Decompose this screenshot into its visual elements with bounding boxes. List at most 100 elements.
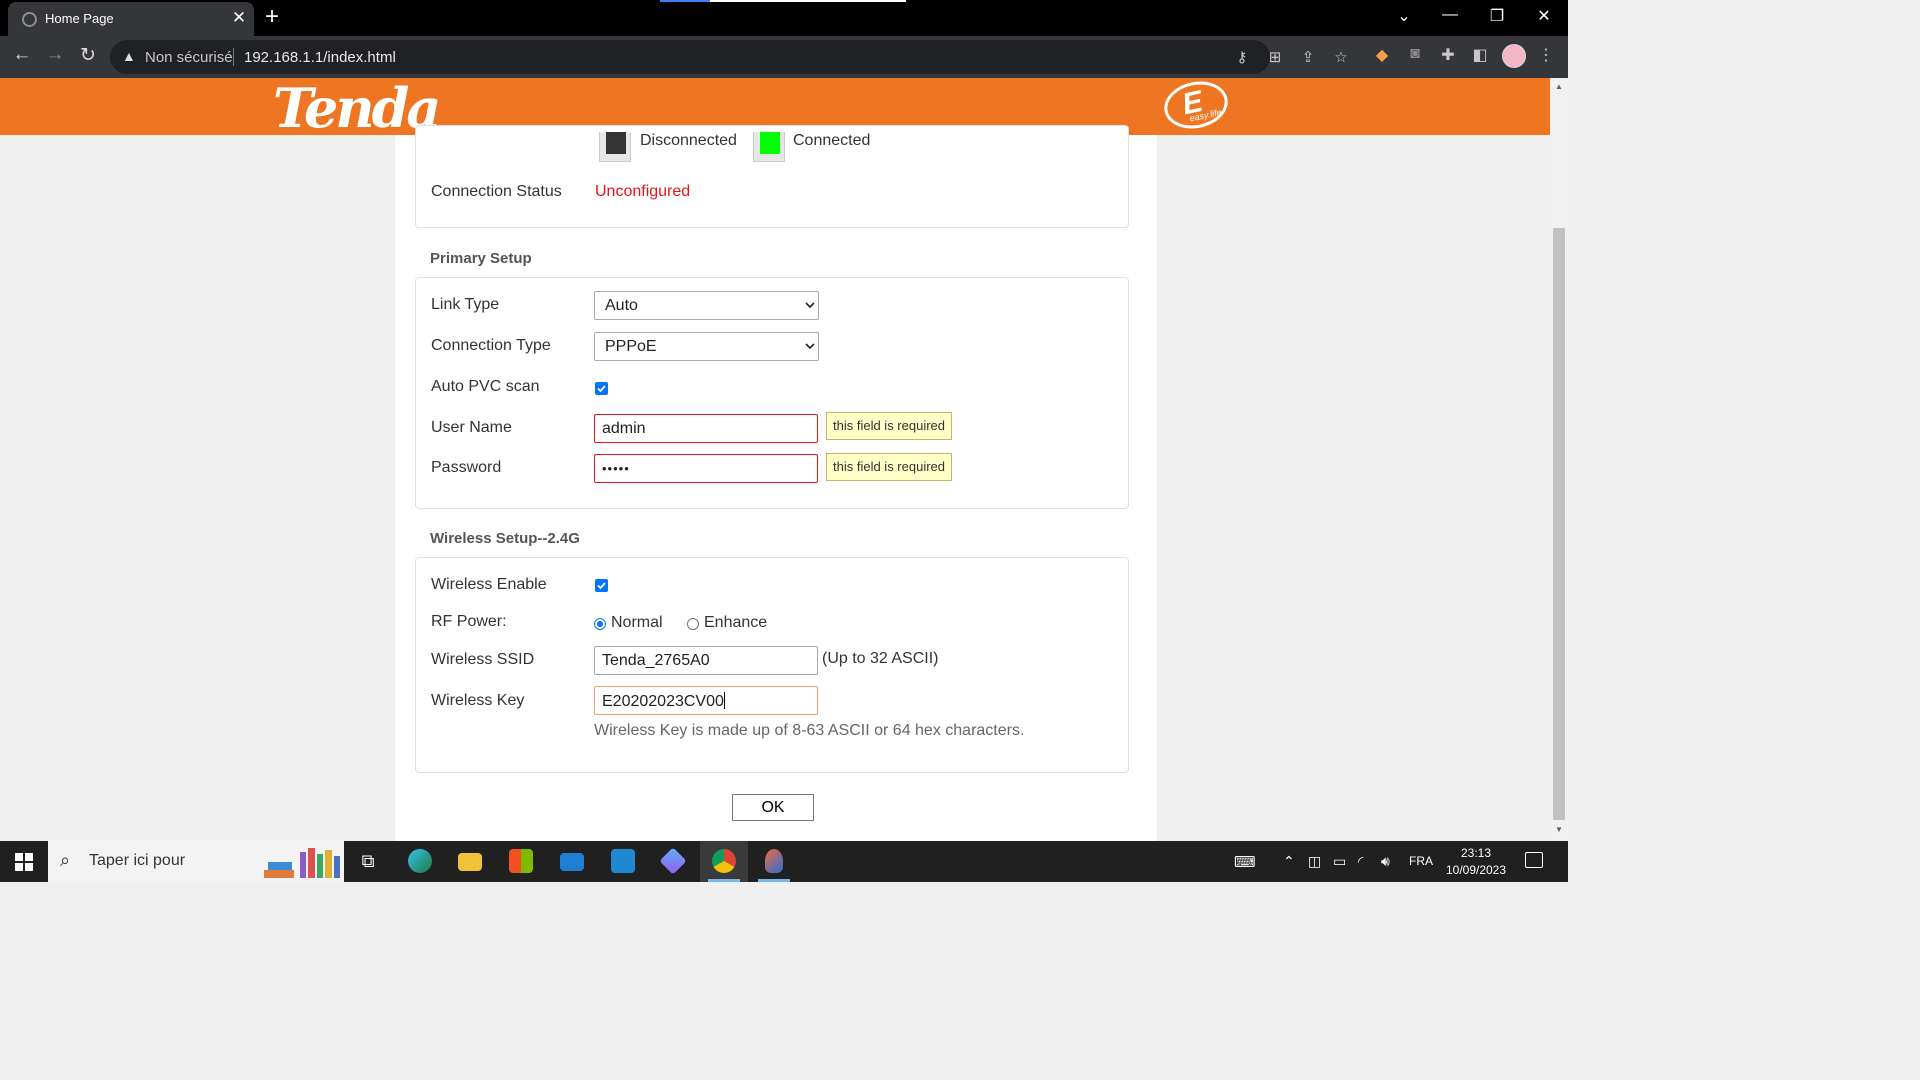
metamask-fox-icon[interactable]: ◆ — [1371, 45, 1393, 65]
vscode-icon[interactable] — [599, 841, 647, 882]
microsoft-store-icon[interactable] — [497, 841, 545, 882]
books-illustration-icon — [264, 848, 340, 878]
username-label: User Name — [431, 419, 512, 436]
side-panel-icon[interactable]: ◧ — [1469, 45, 1491, 65]
checkmark-icon — [597, 385, 606, 393]
tab-loading-indicator — [660, 0, 906, 2]
rf-enhance-radio[interactable] — [687, 618, 699, 630]
scroll-up-icon[interactable]: ▲ — [1555, 82, 1563, 91]
translate-icon[interactable]: ⊞ — [1265, 48, 1285, 66]
keyboard-icon[interactable]: ⌨ — [1234, 853, 1256, 871]
copilot-icon[interactable] — [649, 841, 697, 882]
username-required-tip: this field is required — [826, 412, 952, 440]
auto-pvc-checkbox[interactable] — [595, 382, 608, 395]
close-window-button[interactable]: ✕ — [1534, 6, 1554, 26]
connection-type-select[interactable]: PPPoE — [594, 332, 819, 361]
restore-button[interactable]: ❐ — [1487, 6, 1507, 26]
edge-browser-icon[interactable] — [396, 841, 444, 882]
primary-setup-title: Primary Setup — [430, 250, 532, 267]
wifi-icon[interactable]: ◜ — [1358, 853, 1363, 870]
browser-tab-strip: Home Page ✕ + ⌄ — ❐ ✕ — [0, 0, 1568, 36]
password-required-tip: this field is required — [826, 453, 952, 481]
easy-life-logo-icon: E easy.life — [1159, 78, 1233, 135]
url-text[interactable]: 192.168.1.1/index.html — [244, 49, 396, 66]
windows-start-icon[interactable] — [15, 853, 33, 871]
tab-search-icon[interactable]: ⌄ — [1394, 6, 1414, 26]
wireless-setup-title: Wireless Setup--2.4G — [430, 530, 580, 547]
browser-toolbar: ← → ↻ ▲ Non sécurisé 192.168.1.1/index.h… — [0, 36, 1568, 78]
scrollbar-thumb[interactable] — [1553, 228, 1565, 820]
legend-disconnected: Disconnected — [640, 132, 737, 149]
taskbar-clock[interactable]: 23:13 10/09/2023 — [1440, 845, 1512, 879]
back-button[interactable]: ← — [10, 44, 34, 66]
ssid-hint: (Up to 32 ASCII) — [822, 650, 939, 667]
tab-close-icon[interactable]: ✕ — [230, 8, 248, 28]
paint-icon[interactable] — [750, 841, 798, 882]
wireless-enable-label: Wireless Enable — [431, 576, 547, 593]
key-icon[interactable]: ⚷ — [1232, 48, 1252, 66]
page-scrollbar[interactable]: ▲ ▼ — [1550, 78, 1568, 841]
connected-swatch — [753, 132, 785, 162]
disconnected-swatch — [599, 132, 631, 162]
link-type-select[interactable]: Auto — [594, 291, 819, 320]
show-hidden-icons-icon[interactable]: ⌃ — [1283, 853, 1295, 870]
legend-connected: Connected — [793, 132, 871, 149]
bookmark-star-icon[interactable]: ☆ — [1331, 48, 1351, 66]
connection-status-value: Unconfigured — [595, 183, 691, 200]
search-icon: ⌕ — [60, 850, 71, 870]
password-input[interactable]: ••••• — [594, 454, 818, 483]
task-view-icon[interactable]: ⧉ — [344, 841, 392, 882]
browser-tab[interactable]: Home Page ✕ — [8, 2, 254, 36]
status-panel: Disconnected Connected Connection Status… — [415, 125, 1129, 228]
wireless-key-note: Wireless Key is made up of 8-63 ASCII or… — [594, 722, 1025, 739]
chrome-icon[interactable] — [700, 841, 748, 882]
scroll-down-icon[interactable]: ▼ — [1555, 825, 1563, 834]
page-viewport: Tenda E easy.life Disconnected Connected… — [0, 78, 1550, 841]
rf-normal-label[interactable]: Normal — [611, 614, 663, 632]
chrome-menu-icon[interactable]: ⋮ — [1535, 45, 1557, 65]
extensions-puzzle-icon[interactable]: ✚ — [1437, 45, 1459, 65]
rf-power-label: RF Power: — [431, 613, 507, 630]
rf-enhance-label[interactable]: Enhance — [704, 614, 767, 632]
address-bar[interactable]: ▲ Non sécurisé 192.168.1.1/index.html ⚷ … — [110, 40, 1348, 74]
ssid-label: Wireless SSID — [431, 651, 535, 668]
meet-now-icon[interactable]: ◫ — [1308, 853, 1321, 870]
text-caret — [723, 692, 725, 709]
mail-icon[interactable] — [548, 841, 596, 882]
forward-button[interactable]: → — [43, 44, 67, 66]
minimize-button[interactable]: — — [1440, 6, 1460, 24]
clock-date: 10/09/2023 — [1445, 863, 1507, 877]
main-content: Disconnected Connected Connection Status… — [395, 125, 1157, 841]
wireless-key-label: Wireless Key — [431, 692, 525, 709]
warning-icon[interactable]: ▲ — [122, 48, 136, 64]
rf-normal-radio[interactable] — [594, 618, 606, 630]
tenda-logo: Tenda — [273, 78, 441, 140]
checkmark-icon — [597, 582, 606, 590]
robot-extension-icon[interactable]: ◙ — [1404, 45, 1426, 63]
search-placeholder[interactable]: Taper ici pour — [89, 852, 185, 870]
connection-status-label: Connection Status — [431, 183, 562, 200]
profile-avatar-icon[interactable] — [1502, 44, 1526, 68]
language-indicator[interactable]: FRA — [1409, 854, 1433, 868]
reload-button[interactable]: ↻ — [76, 44, 100, 67]
battery-icon[interactable]: ▭ — [1333, 853, 1346, 870]
security-label[interactable]: Non sécurisé — [145, 49, 233, 66]
chevron-down-icon — [805, 302, 815, 309]
tab-title: Home Page — [45, 11, 114, 26]
chevron-down-icon — [805, 343, 815, 350]
wireless-enable-checkbox[interactable] — [595, 579, 608, 592]
file-explorer-icon[interactable] — [446, 841, 494, 882]
share-icon[interactable]: ⇪ — [1298, 48, 1318, 66]
taskbar-search[interactable]: ⌕ Taper ici pour — [48, 841, 344, 882]
new-tab-button[interactable]: + — [265, 3, 279, 31]
wireless-setup-panel: Wireless Enable RF Power: Normal Enhance… — [415, 557, 1129, 773]
auto-pvc-label: Auto PVC scan — [431, 378, 540, 395]
volume-icon[interactable]: 🔊︎ — [1381, 853, 1390, 870]
ok-button[interactable]: OK — [732, 794, 814, 821]
wireless-key-input[interactable]: E20202023CV00 — [594, 686, 818, 715]
notifications-icon[interactable] — [1525, 852, 1543, 868]
username-input[interactable]: admin — [594, 414, 818, 443]
ssid-input[interactable]: Tenda_2765A0 — [594, 646, 818, 675]
password-label: Password — [431, 459, 502, 476]
link-type-label: Link Type — [431, 296, 500, 313]
